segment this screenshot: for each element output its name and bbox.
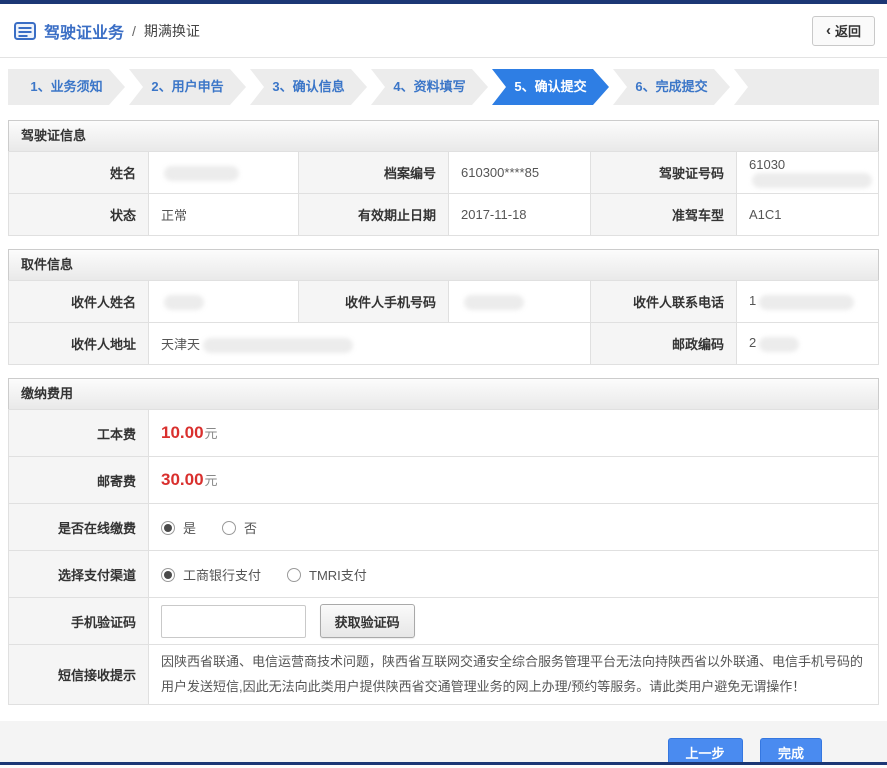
radio-online-no-label[interactable]: 否 (244, 521, 257, 536)
currency-unit: 元 (204, 473, 218, 488)
table-row: 姓名 档案编号 610300****85 驾驶证号码 61030 (8, 151, 879, 194)
vehicle-class-label: 准驾车型 (590, 193, 737, 236)
expiry-value: 2017-11-18 (448, 193, 591, 236)
status-label: 状态 (8, 193, 149, 236)
redacted-phone (759, 294, 855, 310)
back-button[interactable]: ‹ 返回 (811, 15, 875, 46)
pickup-section-title: 取件信息 (8, 249, 879, 280)
table-row: 是否在线缴费 是否 (8, 503, 879, 551)
file-no-label: 档案编号 (298, 151, 449, 194)
chevron-left-icon: ‹ (825, 22, 831, 39)
recipient-address-label: 收件人地址 (8, 322, 149, 365)
step-5-confirm-submit[interactable]: 5、确认提交 (492, 69, 609, 105)
mailing-fee-label: 邮寄费 (8, 456, 149, 504)
page-subtitle: 期满换证 (143, 22, 200, 39)
step-nav: 1、业务须知 2、用户申告 3、确认信息 4、资料填写 5、确认提交 6、完成提… (8, 69, 879, 105)
back-button-label: 返回 (834, 24, 861, 39)
page: 驾驶证业务 / 期满换证 ‹ 返回 1、业务须知 2、用户申告 3、确认信息 4… (0, 0, 887, 768)
table-row: 收件人地址 天津天 邮政编码 2 (8, 322, 879, 365)
mailing-fee-amount: 30.00 (161, 470, 204, 489)
redacted-address (203, 338, 354, 354)
radio-channel-icbc[interactable] (161, 567, 175, 582)
table-row: 短信接收提示 因陕西省联通、电信运营商技术问题，陕西省互联网交通安全综合服务管理… (8, 644, 879, 705)
table-row: 收件人姓名 收件人手机号码 收件人联系电话 1 (8, 280, 879, 323)
step-2-user-declaration[interactable]: 2、用户申告 (129, 69, 246, 105)
license-info-section: 驾驶证信息 姓名 档案编号 610300****85 驾驶证号码 61030 状… (8, 120, 879, 236)
radio-channel-icbc-label[interactable]: 工商银行支付 (183, 568, 261, 583)
recipient-mobile-label: 收件人手机号码 (298, 280, 449, 323)
recipient-name-label: 收件人姓名 (8, 280, 149, 323)
sms-note-text: 因陕西省联通、电信运营商技术问题，陕西省互联网交通安全综合服务管理平台无法向持陕… (148, 644, 879, 705)
license-section-title: 驾驶证信息 (8, 120, 879, 151)
pickup-info-table: 收件人姓名 收件人手机号码 收件人联系电话 1 收件人地址 天津天 邮政编码 2 (8, 280, 879, 365)
redacted-recipient-name (164, 294, 204, 310)
step-3-confirm-info[interactable]: 3、确认信息 (250, 69, 367, 105)
recipient-mobile-value (448, 280, 591, 323)
online-payment-label: 是否在线缴费 (8, 503, 149, 551)
vehicle-class-value: A1C1 (736, 193, 879, 236)
production-fee-amount: 10.00 (161, 423, 204, 442)
name-value (148, 151, 299, 194)
currency-unit: 元 (204, 426, 218, 441)
redacted-license-no (752, 173, 872, 189)
mailing-fee-value: 30.00元 (148, 456, 879, 504)
sms-note-label: 短信接收提示 (8, 644, 149, 705)
radio-channel-tmri-label[interactable]: TMRI支付 (309, 568, 367, 583)
step-1-business-notice[interactable]: 1、业务须知 (8, 69, 125, 105)
bottom-border (0, 762, 887, 765)
license-no-value: 61030 (736, 151, 879, 194)
expiry-label: 有效期止日期 (298, 193, 449, 236)
table-row: 选择支付渠道 工商银行支付 TMRI支付 (8, 550, 879, 598)
license-no-label: 驾驶证号码 (590, 151, 737, 194)
footer-actions: 上一步 完成 (0, 720, 887, 768)
pickup-info-section: 取件信息 收件人姓名 收件人手机号码 收件人联系电话 1 收件人地址 天津天 邮… (8, 249, 879, 365)
radio-online-no[interactable] (222, 520, 237, 535)
redacted-mobile (464, 294, 524, 310)
payment-channel-options: 工商银行支付 TMRI支付 (148, 550, 879, 598)
table-row: 工本费 10.00元 (8, 409, 879, 457)
form-list-icon (14, 21, 36, 40)
table-row: 状态 正常 有效期止日期 2017-11-18 准驾车型 A1C1 (8, 193, 879, 236)
postcode-label: 邮政编码 (590, 322, 737, 365)
name-label: 姓名 (8, 151, 149, 194)
page-title: 驾驶证业务 (44, 24, 125, 42)
step-4-fill-data[interactable]: 4、资料填写 (371, 69, 488, 105)
breadcrumb: 驾驶证业务 / 期满换证 (14, 19, 200, 43)
production-fee-label: 工本费 (8, 409, 149, 457)
sms-code-label: 手机验证码 (8, 597, 149, 645)
production-fee-value: 10.00元 (148, 409, 879, 457)
step-filler (734, 69, 879, 105)
recipient-address-value: 天津天 (148, 322, 591, 365)
file-no-value: 610300****85 (448, 151, 591, 194)
sms-code-field: 获取验证码 (148, 597, 879, 645)
recipient-phone-value: 1 (736, 280, 879, 323)
step-6-complete-submit[interactable]: 6、完成提交 (613, 69, 730, 105)
fees-section-title: 缴纳费用 (8, 378, 879, 409)
header: 驾驶证业务 / 期满换证 ‹ 返回 (0, 4, 887, 58)
payment-channel-label: 选择支付渠道 (8, 550, 149, 598)
fees-table: 工本费 10.00元 邮寄费 30.00元 是否在线缴费 是否 选择支付渠道 工… (8, 409, 879, 705)
license-info-table: 姓名 档案编号 610300****85 驾驶证号码 61030 状态 正常 有… (8, 151, 879, 236)
payment-fees-section: 缴纳费用 工本费 10.00元 邮寄费 30.00元 是否在线缴费 是否 选择支… (8, 378, 879, 705)
recipient-phone-label: 收件人联系电话 (590, 280, 737, 323)
radio-channel-tmri[interactable] (287, 567, 302, 582)
status-value: 正常 (148, 193, 299, 236)
redacted-name (164, 165, 239, 181)
get-code-button[interactable]: 获取验证码 (319, 604, 415, 638)
redacted-postcode (759, 336, 800, 352)
sms-code-input[interactable] (161, 604, 306, 638)
table-row: 手机验证码 获取验证码 (8, 597, 879, 645)
radio-online-yes-label[interactable]: 是 (183, 521, 196, 536)
postcode-value: 2 (736, 322, 879, 365)
radio-online-yes[interactable] (161, 520, 175, 535)
recipient-name-value (148, 280, 299, 323)
table-row: 邮寄费 30.00元 (8, 456, 879, 504)
breadcrumb-separator: / (132, 22, 136, 39)
online-payment-options: 是否 (148, 503, 879, 551)
